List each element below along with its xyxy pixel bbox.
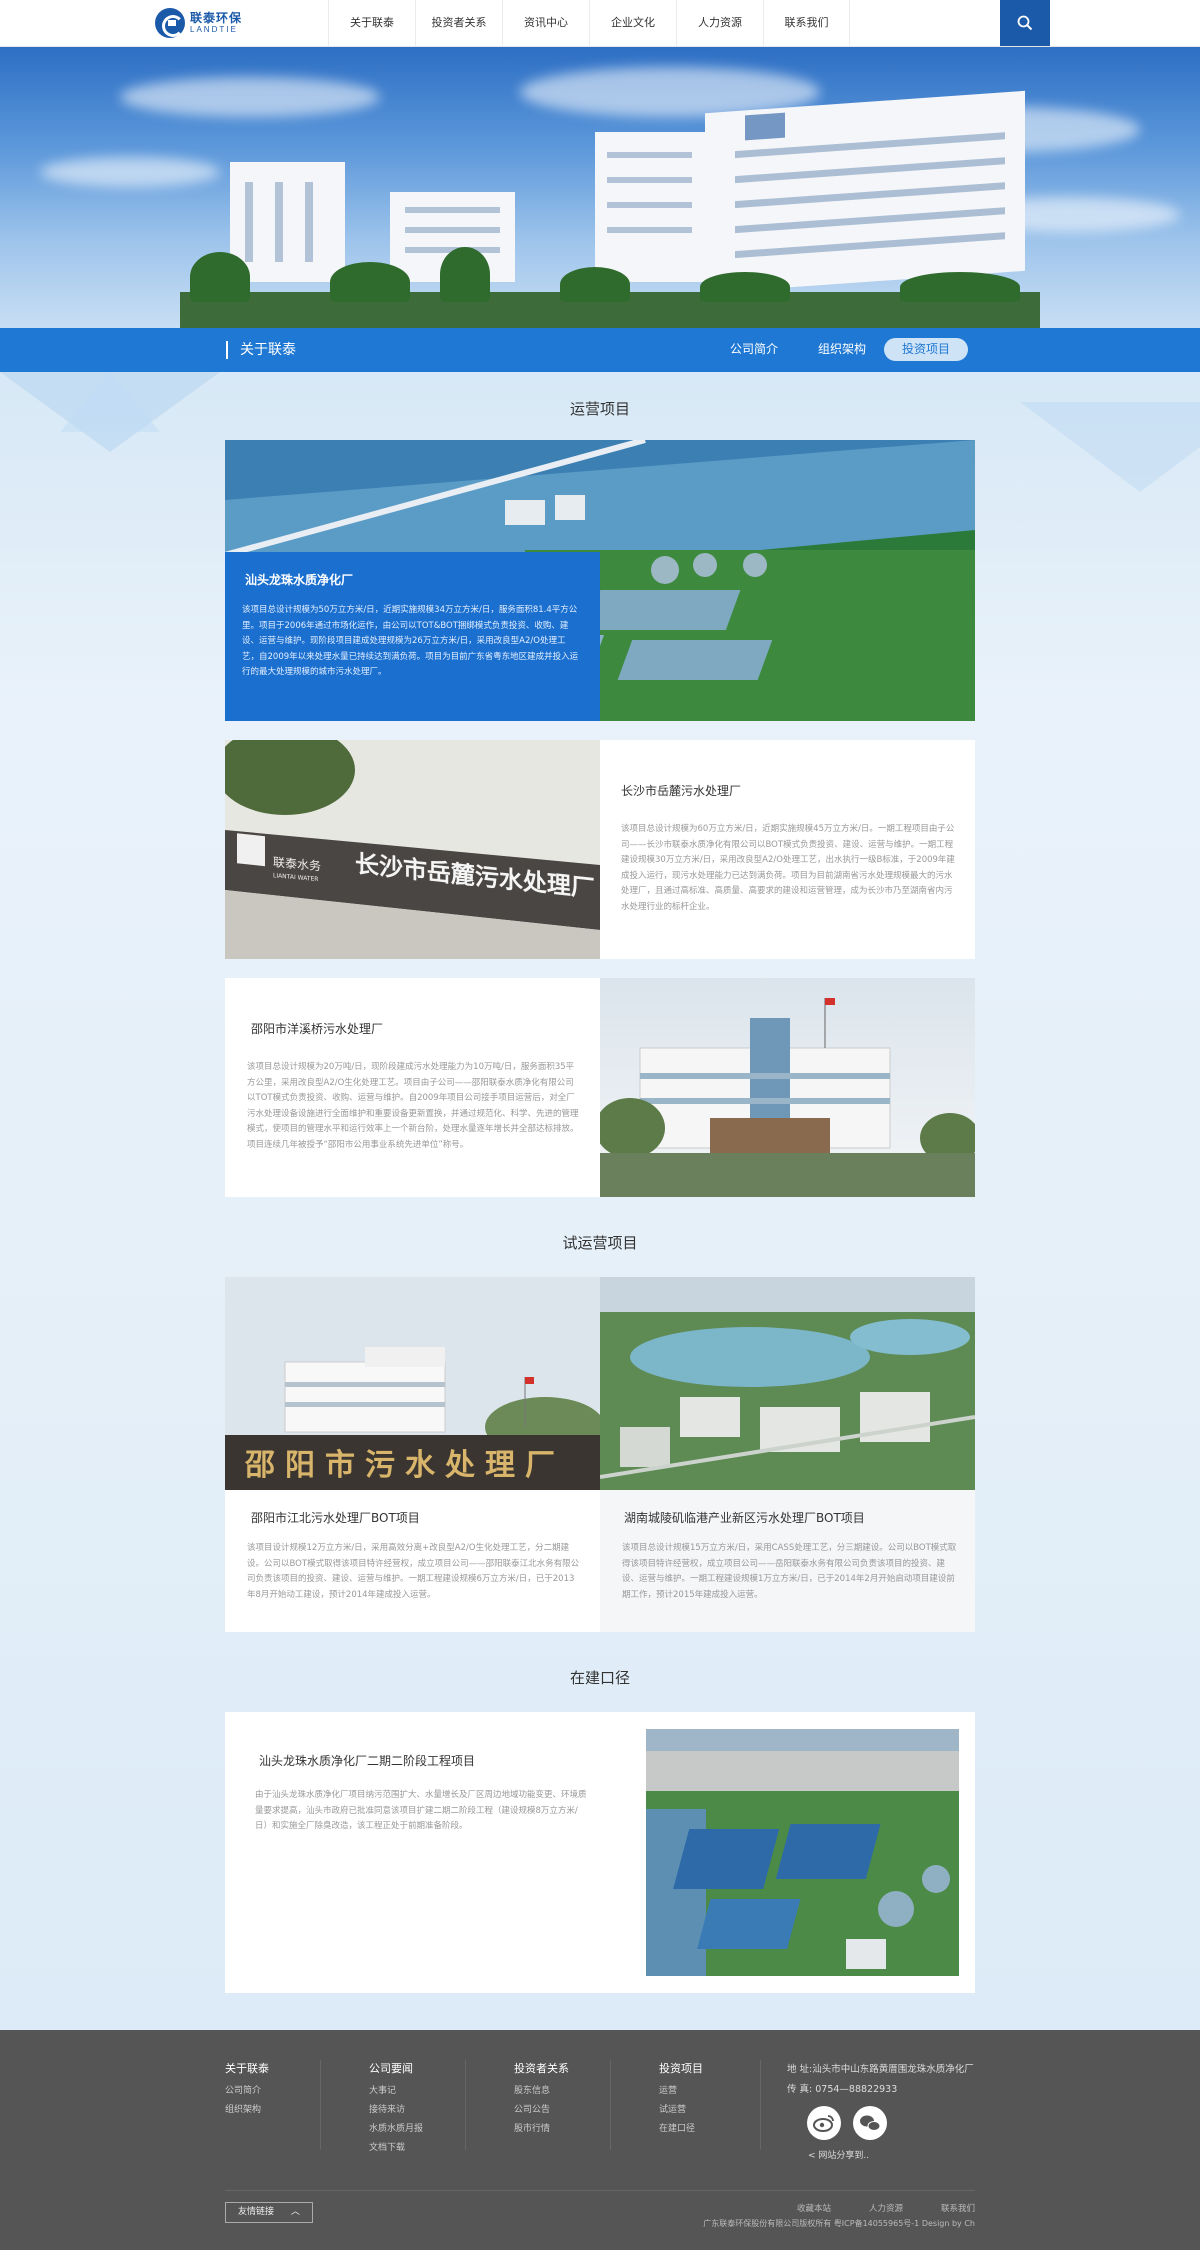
nav-item-investor-relations[interactable]: 投资者关系 <box>415 0 502 46</box>
project-title: 汕头龙珠水质净化厂二期二阶段工程项目 <box>259 1754 476 1768</box>
heading-construction-projects: 在建口径 <box>569 1669 630 1687</box>
yuelu-plant-sign-photo: 联泰水务 LIANTAI WATER 长沙市岳麓污水处理厂 <box>225 740 600 959</box>
footer-fax: 传 真: 0754—88822933 <box>787 2084 898 2095</box>
project-card-longzhu-phase2[interactable]: 汕头龙珠水质净化厂二期二阶段工程项目 由于汕头龙珠水质净化厂项目纳污范围扩大、水… <box>225 1712 975 1993</box>
company-logo[interactable]: 联泰环保 LANDTIE <box>155 8 245 38</box>
project-title: 汕头龙珠水质净化厂 <box>245 573 354 587</box>
friend-links-dropdown[interactable]: 友情链接 ︿ <box>225 2202 313 2223</box>
wechat-share-button[interactable] <box>853 2106 887 2140</box>
footer-address: 地 址:汕头市中山东路黄厝围龙珠水质净化厂 <box>787 2064 974 2075</box>
logo-chinese-text: 联泰环保 <box>190 11 243 25</box>
wechat-icon <box>860 2115 881 2131</box>
project-title: 湖南城陵矶临港产业新区污水处理厂BOT项目 <box>624 1511 865 1525</box>
project-card-yangxiqiao[interactable]: 邵阳市洋溪桥污水处理厂 该项目总设计规模为20万吨/日，现阶段建成污水处理能力为… <box>225 978 975 1197</box>
jiangbei-plant-photo: 邵阳市污水处理厂 <box>225 1277 600 1490</box>
nav-item-hr[interactable]: 人力资源 <box>676 0 763 46</box>
weibo-share-button[interactable] <box>807 2106 841 2140</box>
project-description: 该项目总设计规模为60万立方米/日，近期实施规模45万立方米/日。一期工程项目由… <box>621 824 955 912</box>
share-link[interactable]: < 网站分享到.. <box>808 2148 869 2161</box>
footer-link-bookmark[interactable]: 收藏本站 <box>797 2202 831 2214</box>
nav-item-contact[interactable]: 联系我们 <box>763 0 850 46</box>
weibo-icon <box>813 2115 834 2132</box>
search-icon <box>1017 15 1033 31</box>
tab-organization[interactable]: 组织架构 <box>812 338 872 361</box>
footer-link-contact[interactable]: 联系我们 <box>941 2202 975 2214</box>
top-navigation-bar: 联泰环保 LANDTIE 关于联泰 投资者关系 资讯中心 企业文化 人力资源 联… <box>0 0 1200 47</box>
footer-link-hr[interactable]: 人力资源 <box>869 2202 903 2214</box>
hero-banner-image <box>0 47 1200 328</box>
footer-link[interactable]: 公司公告 <box>514 2101 569 2120</box>
heading-trial-projects: 试运营项目 <box>562 1234 638 1252</box>
footer-column-investors: 投资者关系 股东信息 公司公告 股市行情 <box>514 2060 569 2139</box>
nav-item-culture[interactable]: 企业文化 <box>589 0 676 46</box>
footer-link[interactable]: 试运营 <box>659 2101 703 2120</box>
footer-column-about: 关于联泰 公司简介 组织架构 <box>225 2060 269 2120</box>
chevron-up-icon: ︿ <box>290 2207 300 2217</box>
logo-icon <box>155 8 185 38</box>
logo-english-text: LANDTIE <box>190 25 238 34</box>
share-icon: < <box>808 2151 816 2161</box>
footer-link[interactable]: 在建口径 <box>659 2120 703 2139</box>
footer-link[interactable]: 接待来访 <box>369 2101 423 2120</box>
project-card-longzhu[interactable]: 汕头龙珠水质净化厂 该项目总设计规模为50万立方米/日，近期实施规模34万立方米… <box>225 440 975 721</box>
copyright-text: 广东联泰环保股份有限公司版权所有 粤ICP备14055965号-1 Design… <box>703 2219 975 2228</box>
footer-bottom-links: 收藏本站 人力资源 联系我们 <box>797 2202 975 2214</box>
footer-link[interactable]: 公司简介 <box>225 2082 269 2101</box>
main-nav: 关于联泰 投资者关系 资讯中心 企业文化 人力资源 联系我们 <box>328 0 850 46</box>
nav-item-news[interactable]: 资讯中心 <box>502 0 589 46</box>
longzhu-phase2-aerial-photo <box>646 1729 959 1976</box>
project-description: 该项目设计规模12万立方米/日，采用高效分离+改良型A2/O生化处理工艺，分二期… <box>247 1543 580 1600</box>
project-description: 由于汕头龙珠水质净化厂项目纳污范围扩大、水量增长及厂区周边地域功能变更、环境质量… <box>255 1790 587 1831</box>
footer-link[interactable]: 运营 <box>659 2082 703 2101</box>
footer-link[interactable]: 水质水质月报 <box>369 2120 423 2139</box>
project-card-chenglingji[interactable]: 湖南城陵矶临港产业新区污水处理厂BOT项目 该项目总设计规模15万立方米/日，采… <box>600 1277 975 1632</box>
tab-company-profile[interactable]: 公司简介 <box>726 338 782 361</box>
footer-link[interactable]: 大事记 <box>369 2082 423 2101</box>
project-card-jiangbei[interactable]: 邵阳市污水处理厂 邵阳市江北污水处理厂BOT项目 该项目设计规模12万立方米/日… <box>225 1277 600 1632</box>
project-description: 该项目总设计规模为20万吨/日，现阶段建成污水处理能力为10万吨/日，服务面积3… <box>247 1062 579 1150</box>
search-button[interactable] <box>1000 0 1050 46</box>
section-title: 关于联泰 <box>226 341 296 359</box>
footer-link[interactable]: 股市行情 <box>514 2120 569 2139</box>
project-description: 该项目总设计规模为50万立方米/日，近期实施规模34万立方米/日，服务面积81.… <box>242 605 579 677</box>
trial-projects-row: 邵阳市污水处理厂 邵阳市江北污水处理厂BOT项目 该项目设计规模12万立方米/日… <box>225 1277 975 1632</box>
footer-link[interactable]: 文档下载 <box>369 2139 423 2158</box>
project-title: 邵阳市洋溪桥污水处理厂 <box>251 1022 384 1036</box>
tab-investment-projects[interactable]: 投资项目 <box>884 338 968 361</box>
project-title: 长沙市岳麓污水处理厂 <box>621 784 742 798</box>
footer-contact-info: 地 址:汕头市中山东路黄厝围龙珠水质净化厂 传 真: 0754—88822933 <box>787 2060 974 2100</box>
section-sub-navigation: 关于联泰 公司简介 组织架构 投资项目 <box>0 328 1200 372</box>
footer-link[interactable]: 股东信息 <box>514 2082 569 2101</box>
yangxiqiao-building-photo <box>600 978 975 1197</box>
project-description: 该项目总设计规模15万立方米/日，采用CASS处理工艺，分三期建设。公司以BOT… <box>622 1543 957 1600</box>
footer-link[interactable]: 组织架构 <box>225 2101 269 2120</box>
footer-column-news: 公司要闻 大事记 接待来访 水质水质月报 文档下载 <box>369 2060 423 2158</box>
footer-column-projects: 投资项目 运营 试运营 在建口径 <box>659 2060 703 2139</box>
project-title: 邵阳市江北污水处理厂BOT项目 <box>251 1511 420 1525</box>
nav-item-about[interactable]: 关于联泰 <box>328 0 415 46</box>
project-card-yuelu[interactable]: 联泰水务 LIANTAI WATER 长沙市岳麓污水处理厂 长沙市岳麓污水处理厂… <box>225 740 975 959</box>
site-footer: 关于联泰 公司简介 组织架构 公司要闻 大事记 接待来访 水质水质月报 文档下载… <box>0 2030 1200 2250</box>
heading-operating-projects: 运营项目 <box>569 400 630 418</box>
chenglingji-aerial-rendering <box>600 1277 975 1490</box>
sign-text: 邵阳市污水处理厂 <box>244 1448 565 1483</box>
